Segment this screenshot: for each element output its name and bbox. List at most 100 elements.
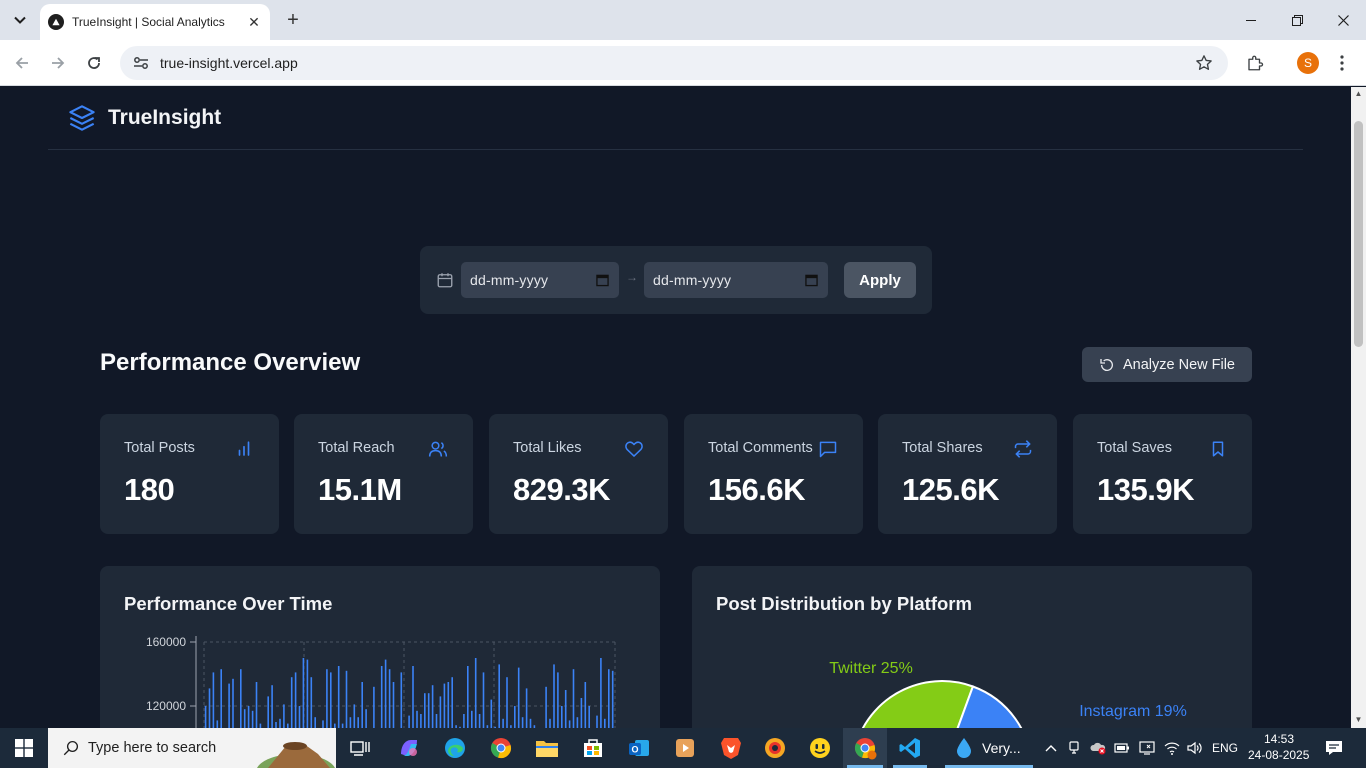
chart-bar[interactable] bbox=[490, 699, 493, 728]
chart-bar[interactable] bbox=[596, 715, 598, 728]
tray-chevron-up-icon[interactable] bbox=[1043, 740, 1059, 756]
performance-bar-chart[interactable]: 160000 120000 bbox=[100, 566, 660, 728]
date-picker-icon[interactable] bbox=[805, 273, 818, 287]
platform-pie-chart[interactable]: Twitter 25% Instagram 19% bbox=[692, 566, 1252, 728]
clock-time[interactable]: 14:53 bbox=[1264, 732, 1294, 746]
chart-bar[interactable] bbox=[283, 704, 285, 728]
scroll-down-arrow-icon[interactable]: ▼ bbox=[1354, 715, 1363, 724]
chart-bar[interactable] bbox=[412, 666, 414, 728]
address-bar[interactable]: true-insight.vercel.app bbox=[120, 46, 1228, 80]
vpn-app-label[interactable]: Very... bbox=[982, 740, 1021, 756]
chart-bar[interactable] bbox=[380, 666, 383, 728]
bookmark-star-icon[interactable] bbox=[1192, 51, 1216, 75]
chart-bar[interactable] bbox=[561, 706, 563, 728]
chart-bar[interactable] bbox=[517, 667, 520, 728]
chart-bar[interactable] bbox=[220, 669, 222, 728]
brave-browser-icon[interactable] bbox=[717, 734, 745, 762]
chart-bar[interactable] bbox=[451, 677, 453, 728]
chart-bar[interactable] bbox=[564, 690, 567, 728]
edge-browser-icon[interactable] bbox=[441, 734, 469, 762]
page-scrollbar[interactable]: ▲ ▼ bbox=[1351, 87, 1366, 728]
notification-center-icon[interactable] bbox=[1324, 739, 1344, 757]
restore-button[interactable] bbox=[1274, 0, 1320, 40]
chart-bar[interactable] bbox=[498, 664, 500, 728]
chart-bar[interactable] bbox=[310, 677, 313, 728]
chart-bar[interactable] bbox=[302, 658, 305, 728]
chart-bar[interactable] bbox=[420, 714, 422, 728]
date-picker-icon[interactable] bbox=[596, 273, 609, 287]
chart-bar[interactable] bbox=[247, 706, 250, 728]
microsoft-store-icon[interactable] bbox=[579, 734, 607, 762]
chart-bar[interactable] bbox=[584, 682, 587, 728]
chart-bar[interactable] bbox=[271, 685, 273, 728]
chart-bar[interactable] bbox=[525, 688, 528, 728]
chart-bar[interactable] bbox=[279, 718, 281, 728]
new-tab-button[interactable]: + bbox=[282, 8, 304, 32]
emoji-app-icon[interactable] bbox=[806, 734, 834, 762]
minimize-button[interactable] bbox=[1228, 0, 1274, 40]
chart-bar[interactable] bbox=[212, 672, 215, 728]
tab-search-button[interactable] bbox=[8, 8, 32, 32]
chart-bar[interactable] bbox=[482, 672, 485, 728]
chrome-profile-icon[interactable] bbox=[851, 734, 879, 762]
close-window-button[interactable] bbox=[1320, 0, 1366, 40]
brand-name[interactable]: TrueInsight bbox=[108, 106, 221, 130]
vscode-icon[interactable] bbox=[896, 734, 924, 762]
chart-bar[interactable] bbox=[447, 682, 450, 728]
chart-bar[interactable] bbox=[600, 658, 602, 728]
chart-bar[interactable] bbox=[576, 717, 579, 728]
chart-bar[interactable] bbox=[240, 669, 242, 728]
chart-bar[interactable] bbox=[345, 670, 348, 728]
profile-avatar[interactable]: S bbox=[1297, 52, 1319, 74]
reload-button[interactable] bbox=[82, 51, 106, 75]
meet-now-icon[interactable] bbox=[1067, 740, 1083, 756]
start-button[interactable] bbox=[0, 728, 48, 768]
chart-bar[interactable] bbox=[298, 706, 301, 728]
chart-bar[interactable] bbox=[549, 718, 551, 728]
pie-slice-twitter[interactable] bbox=[858, 680, 975, 728]
chart-bar[interactable] bbox=[384, 659, 387, 728]
task-view-icon[interactable] bbox=[346, 734, 374, 762]
chart-bar[interactable] bbox=[467, 666, 469, 728]
scrollbar-thumb[interactable] bbox=[1354, 121, 1363, 347]
chart-bar[interactable] bbox=[290, 677, 293, 728]
apply-button[interactable]: Apply bbox=[844, 262, 916, 298]
browser-tab-active[interactable]: TrueInsight | Social Analytics ✕ bbox=[40, 4, 270, 40]
scroll-up-arrow-icon[interactable]: ▲ bbox=[1354, 89, 1363, 98]
chrome-icon[interactable] bbox=[487, 734, 515, 762]
chart-bar[interactable] bbox=[243, 709, 246, 728]
chart-bar[interactable] bbox=[580, 698, 583, 728]
copilot-icon[interactable] bbox=[395, 734, 423, 762]
chart-bar[interactable] bbox=[204, 706, 207, 728]
chart-bar[interactable] bbox=[608, 669, 610, 728]
outlook-icon[interactable]: O bbox=[625, 734, 653, 762]
chart-bar[interactable] bbox=[568, 720, 571, 728]
taskbar-search[interactable]: Type here to search bbox=[48, 728, 336, 768]
chart-bar[interactable] bbox=[553, 664, 555, 728]
media-player-icon[interactable] bbox=[671, 734, 699, 762]
chart-bar[interactable] bbox=[416, 710, 418, 728]
chart-bar[interactable] bbox=[251, 710, 254, 728]
forward-button[interactable] bbox=[46, 51, 70, 75]
chart-bar[interactable] bbox=[431, 685, 434, 728]
chart-bar[interactable] bbox=[322, 720, 324, 728]
chart-bar[interactable] bbox=[373, 686, 375, 728]
chart-bar[interactable] bbox=[443, 683, 446, 728]
chart-bar[interactable] bbox=[326, 669, 328, 728]
chart-bar[interactable] bbox=[545, 686, 547, 728]
analyze-new-file-button[interactable]: Analyze New File bbox=[1082, 347, 1252, 382]
chart-bar[interactable] bbox=[216, 720, 219, 728]
chart-bar[interactable] bbox=[514, 706, 516, 728]
chart-bar[interactable] bbox=[588, 706, 590, 728]
browser-menu-icon[interactable] bbox=[1334, 51, 1350, 75]
vpn-drop-icon[interactable] bbox=[950, 734, 978, 762]
chart-bar[interactable] bbox=[349, 717, 352, 728]
chart-bar[interactable] bbox=[294, 672, 297, 728]
chart-bar[interactable] bbox=[424, 693, 426, 728]
chart-bar[interactable] bbox=[478, 714, 481, 728]
chart-bar[interactable] bbox=[435, 714, 438, 728]
chart-bar[interactable] bbox=[611, 670, 614, 728]
onedrive-error-icon[interactable] bbox=[1090, 740, 1106, 756]
chart-bar[interactable] bbox=[439, 696, 442, 728]
chart-bar[interactable] bbox=[255, 682, 258, 728]
